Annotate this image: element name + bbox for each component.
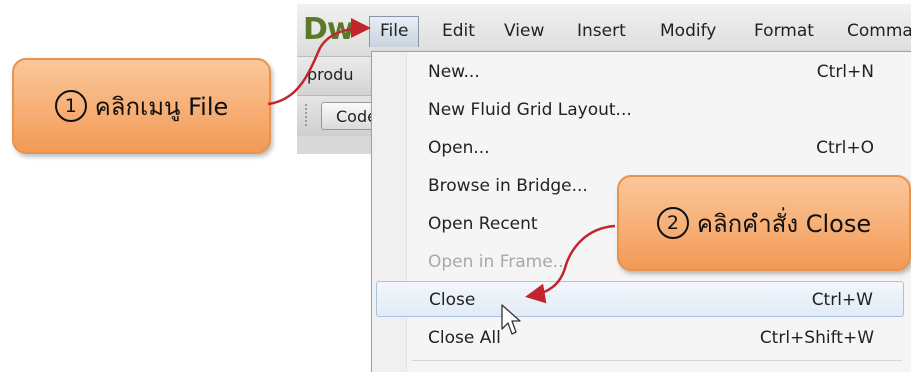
document-tab[interactable]: produ [307, 65, 353, 84]
menu-commands[interactable]: Comma [837, 16, 911, 46]
menu-edit[interactable]: Edit [432, 16, 485, 46]
menu-item-label: Open Recent [428, 214, 538, 234]
menu-item-close-all[interactable]: Close All Ctrl+Shift+W [376, 320, 904, 356]
menu-item-label: Open in Frame... [428, 252, 569, 272]
menu-format[interactable]: Format [744, 16, 824, 46]
callout-step-1: 1 คลิกเมนู File [12, 58, 271, 154]
menu-item-new-fluid-grid-layout[interactable]: New Fluid Grid Layout... [376, 92, 904, 128]
mouse-cursor-icon [501, 304, 521, 335]
menu-file[interactable]: File [369, 16, 420, 47]
menu-item-label: Close All [428, 328, 501, 348]
menu-item-shortcut: Ctrl+O [816, 138, 874, 158]
menu-separator [412, 360, 902, 361]
menu-item-label: Open... [428, 138, 490, 158]
callout-step-2: 2 คลิกคำสั่ง Close [617, 175, 911, 271]
menu-view[interactable]: View [494, 16, 554, 46]
menu-insert[interactable]: Insert [567, 16, 636, 46]
menu-item-new[interactable]: New... Ctrl+N [376, 54, 904, 90]
step-number-badge: 2 [656, 207, 689, 239]
menu-item-label: Close [429, 290, 476, 310]
toolbar-grip-handle[interactable] [305, 104, 312, 126]
callout-text: คลิกเมนู File [94, 92, 229, 121]
dreamweaver-logo: Dw [303, 12, 355, 47]
menu-item-label: New... [428, 62, 480, 82]
menu-item-label: Browse in Bridge... [428, 176, 588, 196]
menu-item-label: New Fluid Grid Layout... [428, 100, 632, 120]
menu-modify[interactable]: Modify [650, 16, 726, 46]
menu-item-close[interactable]: Close Ctrl+W [376, 281, 904, 317]
menu-item-shortcut: Ctrl+N [816, 62, 874, 82]
menu-bar: Dw File Edit View Insert Modify Format C… [297, 4, 911, 57]
step-number-badge: 1 [54, 90, 87, 122]
callout-text: คลิกคำสั่ง Close [696, 209, 872, 238]
menu-item-shortcut: Ctrl+W [811, 290, 873, 310]
menu-item-shortcut: Ctrl+Shift+W [759, 328, 874, 348]
menu-item-open[interactable]: Open... Ctrl+O [376, 130, 904, 166]
